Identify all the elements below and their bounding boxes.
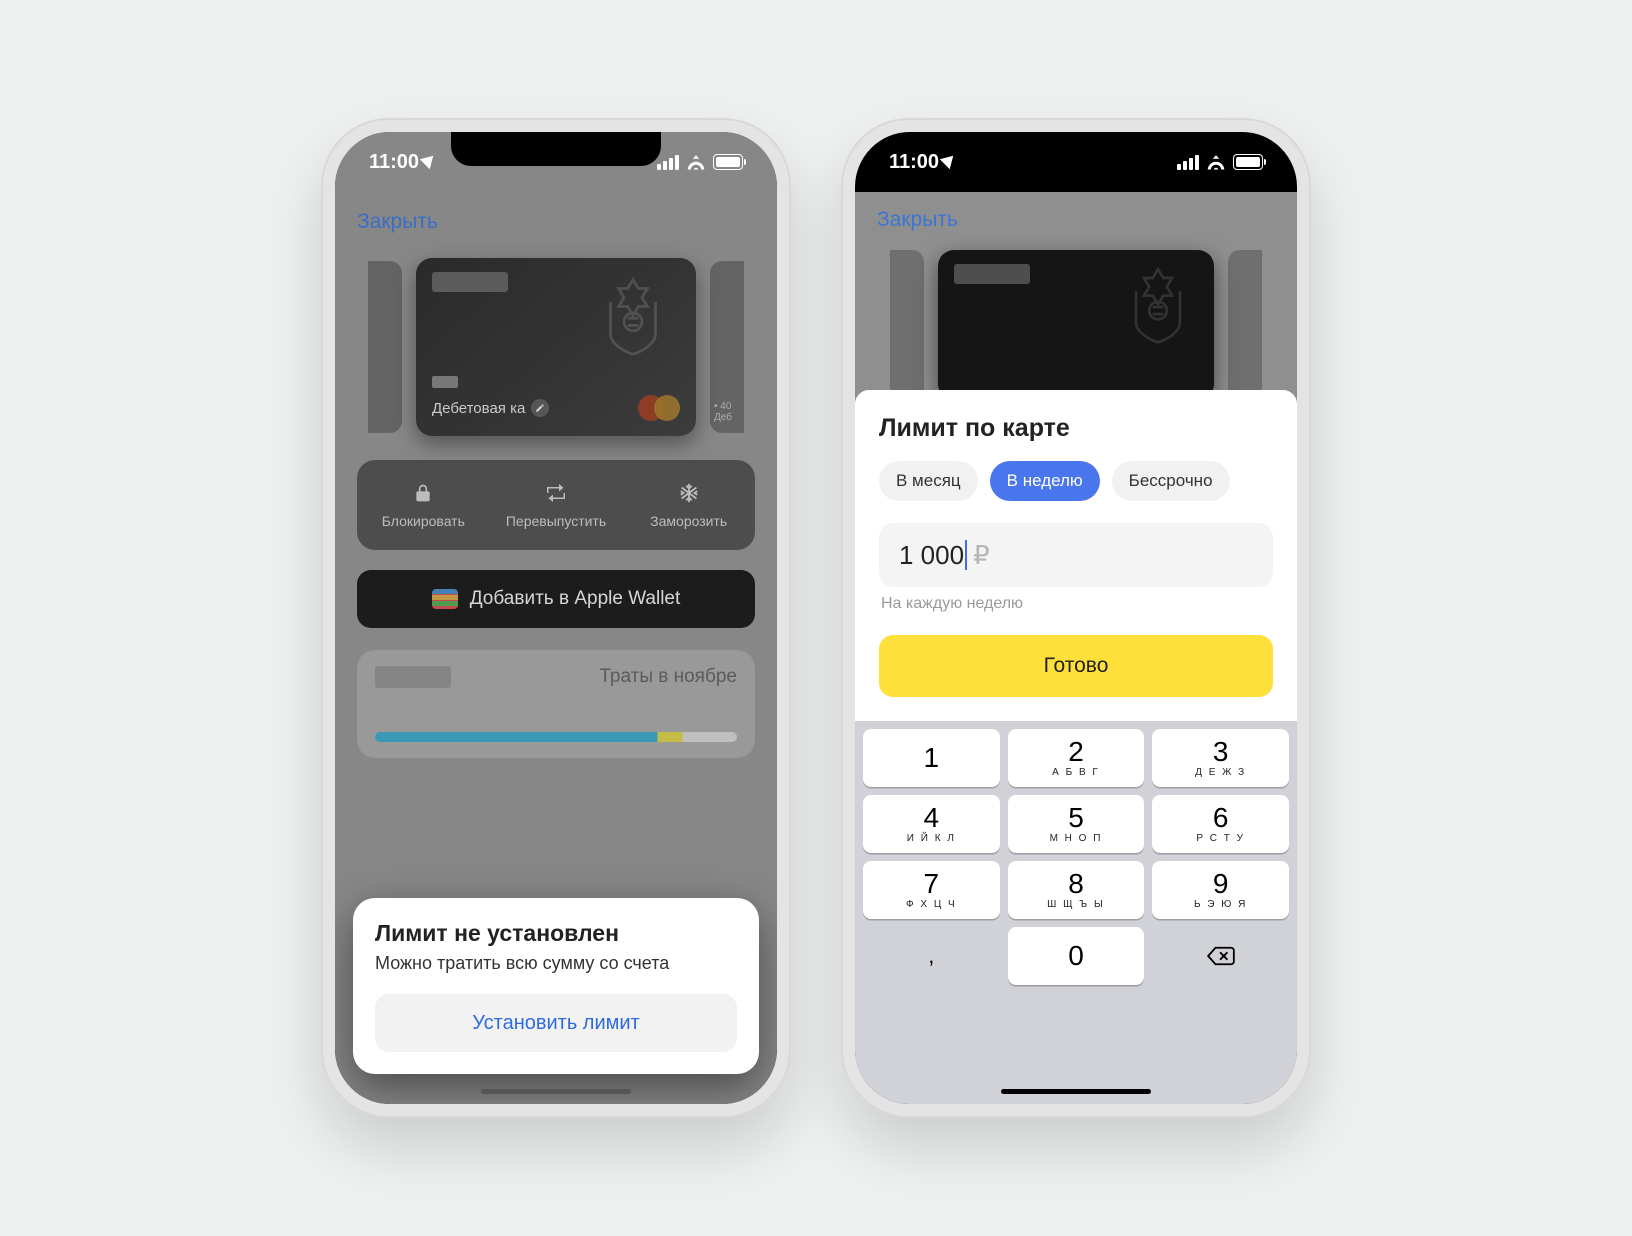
wifi-icon [686, 155, 706, 170]
key-1[interactable]: 1 [863, 729, 1000, 787]
key-8[interactable]: 8Ш Щ Ъ Ы [1008, 861, 1145, 919]
set-limit-button[interactable]: Установить лимит [375, 994, 737, 1052]
key-7[interactable]: 7Ф Х Ц Ч [863, 861, 1000, 919]
redacted-number [954, 264, 1030, 284]
currency-symbol: ₽ [973, 540, 990, 571]
key-0[interactable]: 0 [1008, 927, 1145, 985]
limit-popover: Лимит не установлен Можно тратить всю су… [353, 898, 759, 1074]
phone-right: 11:00 Закрыть [841, 118, 1311, 1118]
numeric-keypad: 1 2А Б В Г 3Д Е Ж З 4И Й К Л 5М Н О П 6Р… [855, 721, 1297, 1007]
set-limit-label: Установить лимит [472, 1012, 639, 1035]
signal-icon [1177, 155, 1199, 170]
signal-icon [657, 155, 679, 170]
home-indicator[interactable] [1001, 1089, 1151, 1094]
period-segments: В месяц В неделю Бессрочно [879, 461, 1273, 501]
done-label: Готово [1044, 654, 1109, 678]
key-4[interactable]: 4И Й К Л [863, 795, 1000, 853]
battery-icon [1233, 154, 1263, 170]
status-time: 11:00 [369, 151, 419, 174]
notch [451, 132, 661, 166]
amount-input[interactable]: 1 000 ₽ [879, 523, 1273, 587]
card-carousel[interactable] [855, 192, 1297, 422]
key-comma[interactable]: , [863, 927, 1000, 985]
segment-month[interactable]: В месяц [879, 461, 978, 501]
backspace-icon [1206, 945, 1236, 967]
card-logo-icon [1114, 256, 1202, 344]
payment-card[interactable] [938, 250, 1214, 400]
done-button[interactable]: Готово [879, 635, 1273, 697]
key-6[interactable]: 6Р С Т У [1152, 795, 1289, 853]
status-time: 11:00 [889, 151, 939, 174]
amount-hint: На каждую неделю [881, 595, 1273, 613]
battery-icon [713, 154, 743, 170]
key-3[interactable]: 3Д Е Ж З [1152, 729, 1289, 787]
wifi-icon [1206, 155, 1226, 170]
limit-sheet: Лимит по карте В месяц В неделю Бессрочн… [855, 390, 1297, 1104]
key-5[interactable]: 5М Н О П [1008, 795, 1145, 853]
limit-title: Лимит не установлен [375, 920, 737, 947]
segment-forever[interactable]: Бессрочно [1112, 461, 1230, 501]
key-backspace[interactable] [1152, 927, 1289, 985]
phone-left: 11:00 Закрыть [321, 118, 791, 1118]
limit-subtitle: Можно тратить всю сумму со счета [375, 953, 737, 974]
key-9[interactable]: 9Ь Э Ю Я [1152, 861, 1289, 919]
segment-week[interactable]: В неделю [990, 461, 1100, 501]
sheet-title: Лимит по карте [879, 414, 1273, 443]
cursor [965, 540, 967, 570]
home-indicator[interactable] [481, 1089, 631, 1094]
key-2[interactable]: 2А Б В Г [1008, 729, 1145, 787]
notch [971, 132, 1181, 166]
amount-value: 1 000 [899, 540, 964, 571]
